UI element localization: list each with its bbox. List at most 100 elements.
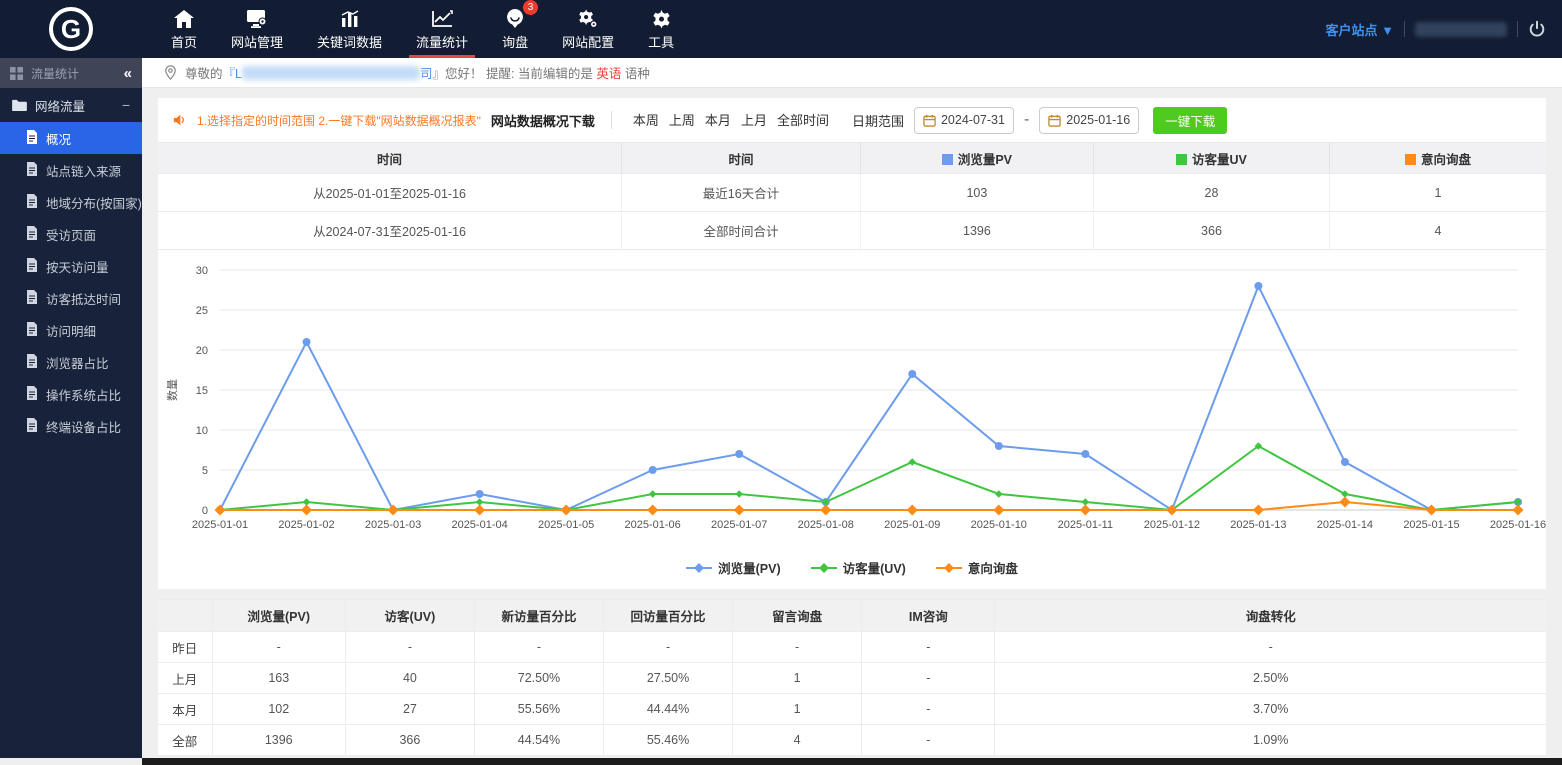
sidebar-item-1[interactable]: 站点链入来源 — [0, 154, 142, 186]
stats-cell: - — [862, 632, 995, 663]
stats-row-label: 本月 — [158, 694, 212, 725]
sidebar-item-label: 终端设备占比 — [46, 417, 121, 436]
nav-item-label: 关键词数据 — [317, 32, 382, 51]
quick-range-links: 本周上周本月上月全部时间 — [628, 110, 834, 130]
sidebar-item-0[interactable]: 概况 — [0, 122, 142, 154]
period-stats-table: 浏览量(PV)访客(UV)新访量百分比回访量百分比留言询盘IM咨询询盘转化昨日-… — [158, 599, 1546, 756]
collapse-minus-icon[interactable]: − — [122, 97, 130, 113]
site-manage-icon — [245, 7, 269, 29]
sidebar-item-label: 操作系统占比 — [46, 385, 121, 404]
summary-cell: 从2025-01-01至2025-01-16 — [158, 174, 622, 212]
sidebar-collapse-icon[interactable]: « — [124, 65, 132, 82]
stats-row-label: 全部 — [158, 725, 212, 756]
stats-cell: 44.44% — [604, 694, 733, 725]
keyword-data-icon — [339, 7, 361, 29]
stats-cell: - — [733, 632, 862, 663]
logo-icon: G — [49, 7, 93, 51]
quick-link-1[interactable]: 上周 — [669, 113, 695, 128]
summary-header: 时间 — [158, 143, 622, 174]
sidebar-item-8[interactable]: 操作系统占比 — [0, 378, 142, 410]
date-to-input[interactable]: 2025-01-16 — [1039, 107, 1139, 134]
nav-item-site-config[interactable]: 网站配置 — [545, 0, 631, 58]
sidebar-item-label: 地域分布(按国家) — [46, 193, 142, 212]
current-language: 英语 — [596, 67, 621, 81]
stats-header: 回访量百分比 — [604, 600, 733, 632]
svg-text:25: 25 — [196, 305, 208, 317]
svg-text:2025-01-14: 2025-01-14 — [1317, 519, 1373, 531]
stats-header: 新访量百分比 — [474, 600, 603, 632]
sidebar-item-5[interactable]: 访客抵达时间 — [0, 282, 142, 314]
sidebar-item-2[interactable]: 地域分布(按国家) — [0, 186, 142, 218]
svg-text:2025-01-16: 2025-01-16 — [1490, 519, 1546, 531]
quick-link-0[interactable]: 本周 — [633, 113, 659, 128]
sidebar-item-6[interactable]: 访问明细 — [0, 314, 142, 346]
stats-row-label: 昨日 — [158, 632, 212, 663]
quick-link-2[interactable]: 本月 — [705, 113, 731, 128]
summary-cell: 103 — [860, 174, 1093, 212]
stats-cell: 163 — [212, 663, 345, 694]
nav-item-home[interactable]: 首页 — [154, 0, 214, 58]
svg-text:数量: 数量 — [166, 379, 179, 401]
stats-cell: - — [862, 725, 995, 756]
nav-item-site-manage[interactable]: 网站管理 — [214, 0, 300, 58]
summary-cell: 4 — [1329, 212, 1546, 250]
svg-text:2025-01-04: 2025-01-04 — [451, 519, 507, 531]
stats-cell: 40 — [345, 663, 474, 694]
traffic-line-chart: 051015202530数量2025-01-012025-01-022025-0… — [158, 250, 1546, 589]
sidebar-item-3[interactable]: 受访页面 — [0, 218, 142, 250]
quick-link-4[interactable]: 全部时间 — [777, 113, 829, 128]
sidebar-item-9[interactable]: 终端设备占比 — [0, 410, 142, 442]
date-from-input[interactable]: 2024-07-31 — [914, 107, 1014, 134]
sidebar-item-7[interactable]: 浏览器占比 — [0, 346, 142, 378]
sidebar-item-4[interactable]: 按天访问量 — [0, 250, 142, 282]
summary-header: 意向询盘 — [1329, 143, 1546, 174]
stats-cell: 3.70% — [995, 694, 1546, 725]
legend-square-icon — [1176, 154, 1187, 165]
stats-cell: 55.46% — [604, 725, 733, 756]
nav-item-traffic-stats[interactable]: 流量统计 — [399, 0, 485, 58]
document-icon — [26, 258, 38, 275]
stats-cell: - — [862, 694, 995, 725]
sidebar-group-network-traffic[interactable]: 网络流量 − — [0, 88, 142, 122]
sidebar-item-label: 按天访问量 — [46, 257, 109, 276]
svg-text:0: 0 — [202, 505, 208, 517]
one-click-download-button[interactable]: 一键下载 — [1153, 107, 1227, 134]
svg-text:2025-01-03: 2025-01-03 — [365, 519, 421, 531]
legend-item-0[interactable]: 浏览量(PV) — [686, 558, 781, 577]
calendar-icon — [923, 114, 936, 127]
stats-cell: 4 — [733, 725, 862, 756]
nav-item-tools[interactable]: 工具 — [631, 0, 691, 58]
svg-text:2025-01-05: 2025-01-05 — [538, 519, 594, 531]
document-icon — [26, 354, 38, 371]
stats-row-label: 上月 — [158, 663, 212, 694]
stats-header: IM咨询 — [862, 600, 995, 632]
overview-panel: 1.选择指定的时间范围 2.一键下载"网站数据概况报表" 网站数据概况下载 本周… — [158, 98, 1546, 589]
quick-link-3[interactable]: 上月 — [741, 113, 767, 128]
svg-text:10: 10 — [196, 425, 208, 437]
summary-cell: 1396 — [860, 212, 1093, 250]
stats-cell: 72.50% — [474, 663, 603, 694]
legend-item-2[interactable]: 意向询盘 — [936, 558, 1018, 577]
nav-item-inquiry[interactable]: 3询盘 — [485, 0, 545, 58]
date-dash: - — [1024, 111, 1029, 129]
sidebar-header: 流量统计 « — [0, 58, 142, 88]
sidebar-item-label: 浏览器占比 — [46, 353, 109, 372]
stats-row: 全部139636644.54%55.46%4-1.09% — [158, 725, 1546, 756]
stats-cell: 102 — [212, 694, 345, 725]
nav-item-keyword-data[interactable]: 关键词数据 — [300, 0, 399, 58]
stats-cell: - — [995, 632, 1546, 663]
logout-power-icon[interactable] — [1528, 20, 1546, 38]
stats-row: 昨日------- — [158, 632, 1546, 663]
stats-row: 上月1634072.50%27.50%1-2.50% — [158, 663, 1546, 694]
customer-site-dropdown[interactable]: 客户站点 ▼ — [1326, 20, 1394, 39]
svg-text:2025-01-09: 2025-01-09 — [884, 519, 940, 531]
stats-cell: - — [474, 632, 603, 663]
stats-header — [158, 600, 212, 632]
stats-row: 本月1022755.56%44.44%1-3.70% — [158, 694, 1546, 725]
folder-icon — [12, 99, 27, 111]
legend-marker-icon — [686, 563, 712, 573]
legend-item-1[interactable]: 访客量(UV) — [811, 558, 906, 577]
download-toolbar: 1.选择指定的时间范围 2.一键下载"网站数据概况报表" 网站数据概况下载 本周… — [158, 98, 1546, 142]
legend-marker-icon — [936, 563, 962, 573]
svg-text:15: 15 — [196, 385, 208, 397]
